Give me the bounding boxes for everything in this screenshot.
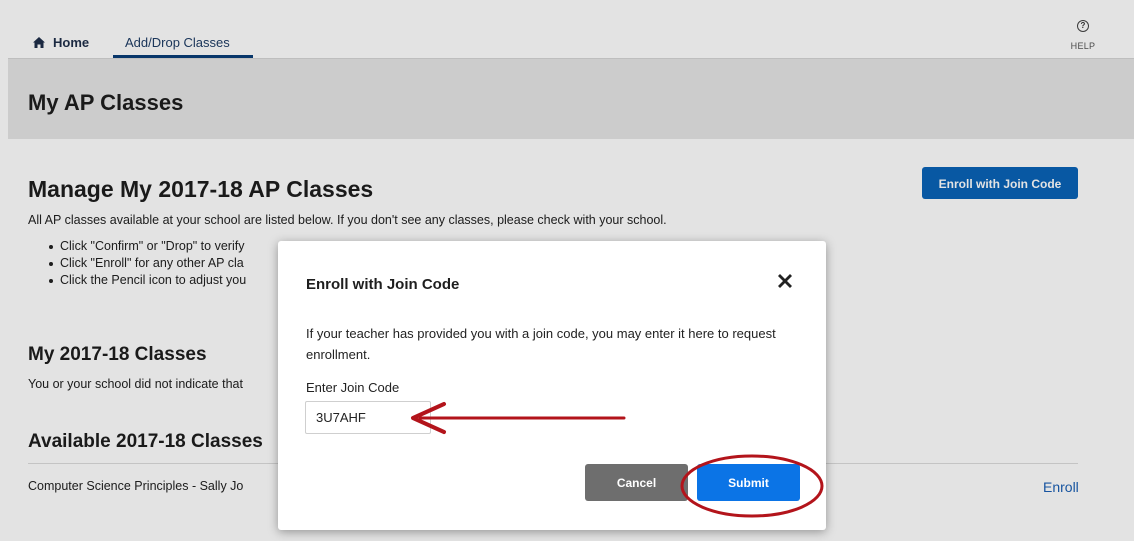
- dialog-description: If your teacher has provided you with a …: [306, 326, 776, 362]
- dialog-title: Enroll with Join Code: [306, 276, 460, 293]
- close-icon[interactable]: [773, 269, 797, 293]
- cancel-button[interactable]: Cancel: [585, 464, 688, 501]
- enroll-join-code-dialog: Enroll with Join Code If your teacher ha…: [278, 241, 826, 530]
- join-code-label: Enter Join Code: [306, 380, 400, 395]
- page: Home Add/Drop Classes ? HELP My AP Class…: [0, 0, 1134, 541]
- join-code-input[interactable]: [305, 401, 431, 434]
- submit-button[interactable]: Submit: [697, 464, 800, 501]
